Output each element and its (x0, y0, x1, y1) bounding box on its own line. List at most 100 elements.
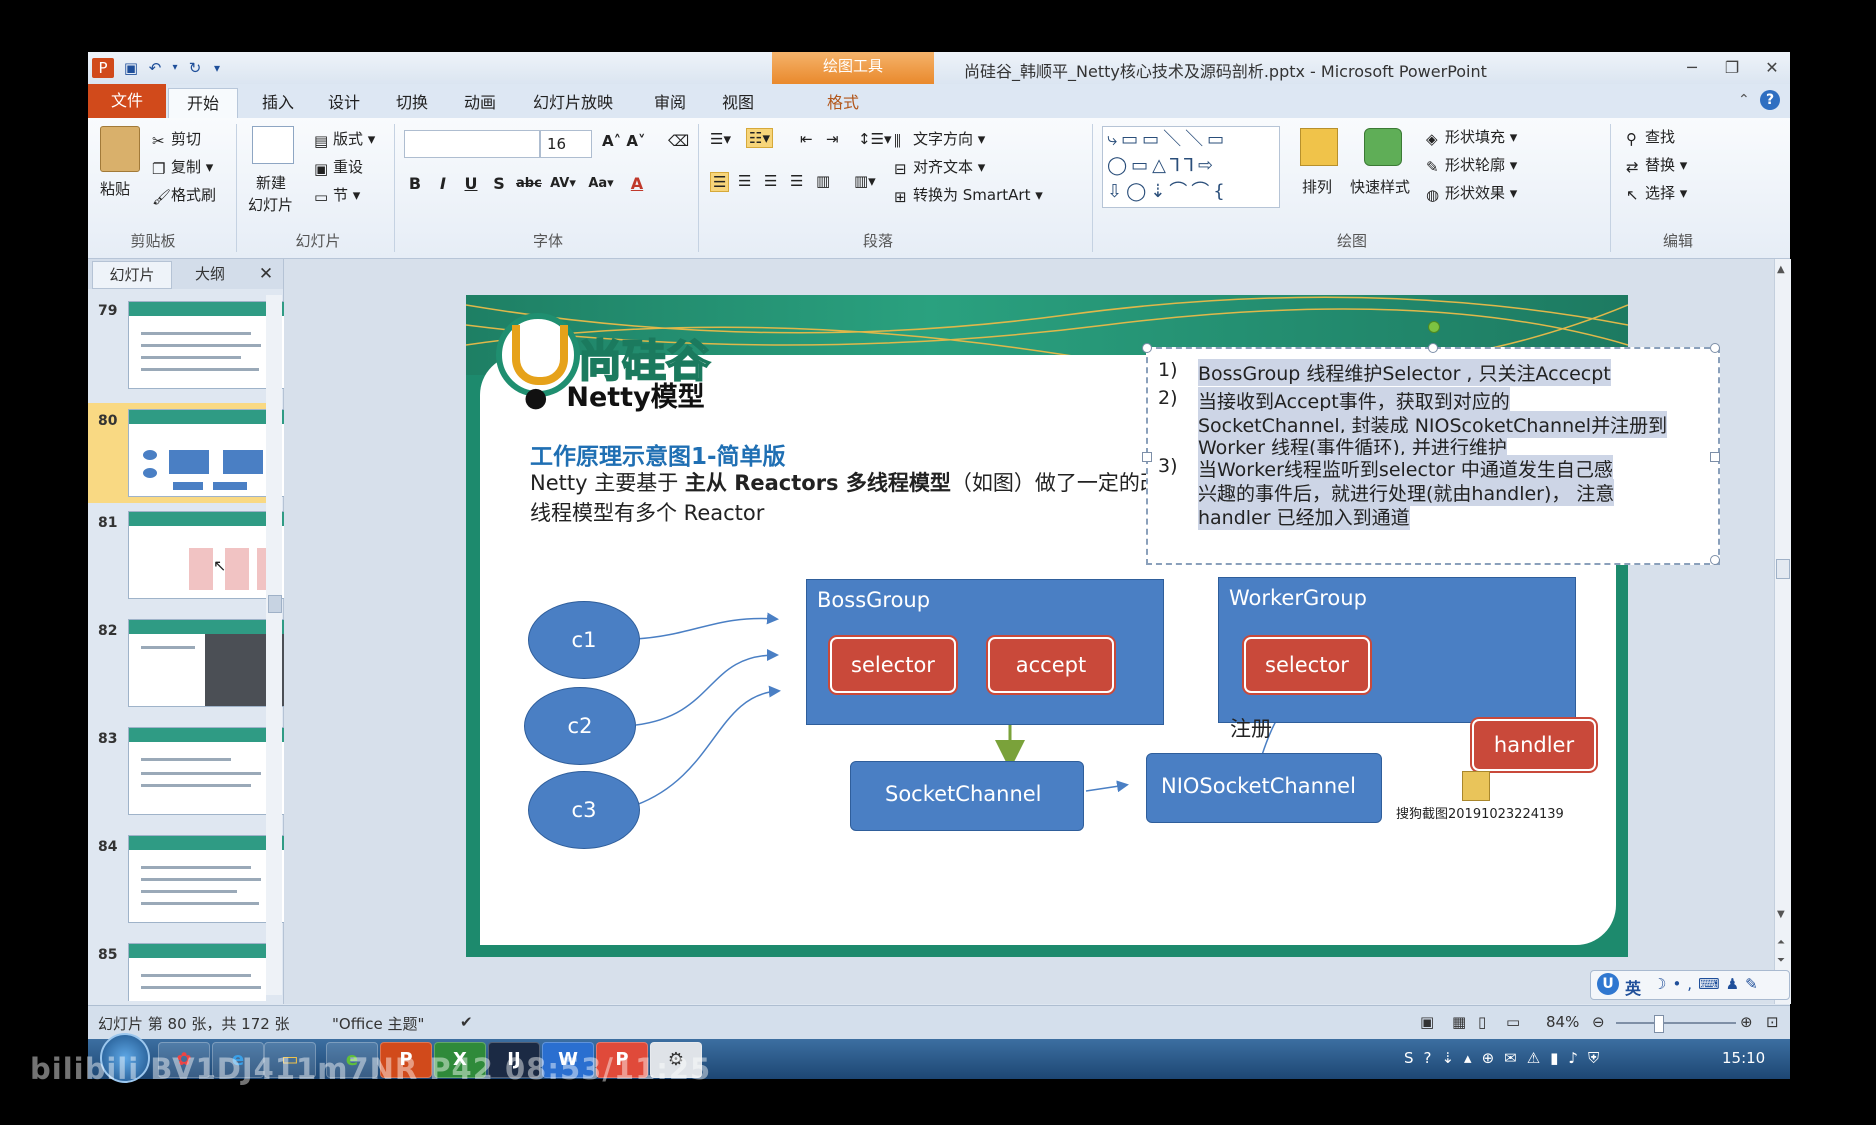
shadow-icon[interactable]: S (488, 172, 510, 196)
customize-toolbar-icon[interactable]: ▾ (206, 58, 228, 78)
arrange-icon[interactable] (1300, 128, 1338, 166)
shape-fill-button[interactable]: ◈ 形状填充 ▾ (1426, 126, 1517, 148)
select-button[interactable]: ↖ 选择 ▾ (1626, 182, 1687, 204)
sogou-ime-icon[interactable]: U (1597, 973, 1619, 995)
zoom-slider[interactable] (1616, 1022, 1736, 1024)
ime-tools-icons[interactable]: ☽•,⌨♟✎ (1653, 975, 1764, 993)
copy-button[interactable]: ❐ 复制 ▾ (152, 156, 213, 178)
help-icon[interactable]: ? (1760, 90, 1780, 110)
align-center-icon[interactable]: ☰ (738, 172, 751, 190)
normal-view-icon[interactable]: ▣ (1420, 1013, 1434, 1031)
tab-slides[interactable]: 幻灯片 (92, 261, 172, 289)
resize-handle[interactable] (1710, 555, 1720, 565)
font-name-combo[interactable] (404, 130, 540, 158)
align-right-icon[interactable]: ☰ (764, 172, 777, 190)
slide-thumbnail[interactable] (128, 409, 286, 497)
font-size-combo[interactable]: 16 (540, 130, 592, 158)
layout-button[interactable]: ▤ 版式 ▾ (314, 128, 375, 150)
tab-design[interactable]: 设计 (314, 88, 374, 118)
close-panel-icon[interactable]: ✕ (254, 261, 278, 287)
tab-animations[interactable]: 动画 (450, 88, 510, 118)
resize-handle[interactable] (1142, 452, 1152, 462)
tab-view[interactable]: 视图 (708, 88, 768, 118)
explanation-textbox[interactable]: 1) 2) 3) BossGroup 线程维护Selector , 只关注Acc… (1142, 321, 1720, 565)
folder-icon[interactable] (1462, 771, 1490, 801)
clear-format-icon[interactable]: ⌫ (668, 132, 689, 150)
powerpoint-app-icon[interactable]: P (92, 58, 114, 78)
slide-thumbnail[interactable]: ↖ (128, 511, 286, 599)
reading-view-icon[interactable]: ▯ (1478, 1013, 1486, 1031)
zoom-slider-thumb[interactable] (1654, 1015, 1664, 1033)
screenshot-filename[interactable]: 搜狗截图20191023224139 (1396, 803, 1564, 822)
line-spacing-icon[interactable]: ↕☰▾ (858, 130, 892, 148)
underline-icon[interactable]: U (460, 172, 482, 196)
shapes-gallery[interactable]: ⤷▭▭＼＼▭ ◯▭△⅂⅂⇨ ⇩◯⇣⌒⌒{ (1102, 126, 1280, 208)
scroll-thumb[interactable] (268, 595, 282, 613)
resize-handle[interactable] (1710, 343, 1720, 353)
rotate-handle[interactable] (1428, 321, 1440, 333)
thumbnail-item[interactable]: 84 (88, 829, 286, 929)
restore-icon[interactable]: ❐ (1712, 56, 1752, 80)
slide-vertical-scrollbar[interactable]: ▲ ▼ ⏶ ⏷ (1774, 259, 1791, 1004)
close-window-icon[interactable]: ✕ (1752, 56, 1792, 80)
columns-icon[interactable]: ▥▾ (854, 172, 876, 190)
clock[interactable]: 15:10 (1722, 1049, 1765, 1067)
find-button[interactable]: ⚲ 查找 (1626, 126, 1675, 148)
undo-icon[interactable]: ↶ (144, 58, 166, 78)
distribute-icon[interactable]: ▥ (816, 172, 830, 190)
worker-selector-box[interactable]: selector (1244, 637, 1370, 693)
cut-button[interactable]: ✂ 剪切 (152, 128, 201, 150)
slide-thumbnail[interactable] (128, 727, 286, 815)
tab-review[interactable]: 审阅 (640, 88, 700, 118)
font-color-icon[interactable]: A (626, 172, 648, 196)
section-button[interactable]: ▭ 节 ▾ (314, 184, 360, 206)
redo-icon[interactable]: ↻ (184, 58, 206, 78)
new-slide-icon[interactable] (252, 126, 294, 164)
quick-styles-button[interactable]: 快速样式 (1350, 176, 1410, 197)
scroll-up-icon[interactable]: ▲ (1777, 264, 1785, 275)
thumbnail-item-selected[interactable]: 80 (88, 403, 286, 503)
save-icon[interactable]: ▣ (120, 58, 142, 78)
slide-thumbnail[interactable] (128, 835, 286, 923)
format-painter-button[interactable]: 🖌格式刷 (152, 184, 216, 206)
zoom-out-icon[interactable]: ⊖ (1592, 1013, 1605, 1031)
thumbnail-item[interactable]: 83 (88, 721, 286, 821)
tab-insert[interactable]: 插入 (248, 88, 308, 118)
boss-accept-box[interactable]: accept (988, 637, 1114, 693)
smartart-button[interactable]: ⊞ 转换为 SmartArt ▾ (894, 184, 1043, 206)
collapse-ribbon-icon[interactable]: ⌃ (1738, 92, 1750, 108)
ime-toolbar[interactable]: U 英 ☽•,⌨♟✎ (1590, 970, 1790, 1000)
slide-thumbnail[interactable] (128, 943, 266, 1001)
slide-thumbnail[interactable] (128, 301, 286, 389)
tab-slideshow[interactable]: 幻灯片放映 (518, 88, 628, 118)
reset-button[interactable]: ▣ 重设 (314, 156, 363, 178)
char-spacing-icon[interactable]: AV▾ (548, 172, 578, 196)
decrease-indent-icon[interactable]: ⇤ (800, 130, 813, 148)
system-tray-icons[interactable]: S?⇣▴⊕✉⚠▮♪⛨ (1404, 1049, 1609, 1067)
spellcheck-icon[interactable]: ✔ (460, 1013, 473, 1031)
replace-button[interactable]: ⇄ 替换 ▾ (1626, 154, 1687, 176)
bullets-icon[interactable]: ☰▾ (710, 130, 731, 148)
thumbnail-item[interactable]: 82 (88, 613, 286, 713)
shape-outline-button[interactable]: ✎ 形状轮廓 ▾ (1426, 154, 1517, 176)
scroll-down-icon[interactable]: ▼ (1777, 909, 1785, 920)
arrange-button[interactable]: 排列 (1302, 176, 1332, 197)
tab-transitions[interactable]: 切换 (382, 88, 442, 118)
socket-channel-box[interactable]: SocketChannel (850, 761, 1084, 831)
client-c1[interactable]: c1 (528, 601, 640, 679)
quick-styles-icon[interactable] (1364, 128, 1402, 166)
change-case-icon[interactable]: Aa▾ (584, 172, 618, 196)
numbering-icon[interactable]: ☷▾ (746, 128, 773, 148)
undo-dropdown-icon[interactable]: ▾ (164, 58, 186, 78)
paste-icon[interactable] (100, 126, 140, 172)
boss-selector-box[interactable]: selector (830, 637, 956, 693)
resize-handle[interactable] (1710, 452, 1720, 462)
strikethrough-icon[interactable]: abc (516, 172, 542, 196)
resize-handle[interactable] (1142, 343, 1152, 353)
shape-effects-button[interactable]: ◍ 形状效果 ▾ (1426, 182, 1517, 204)
thumbnail-item[interactable]: 85 (88, 937, 266, 1001)
grow-font-icon[interactable]: A˄ A˅ (602, 132, 645, 150)
align-text-button[interactable]: ⊟ 对齐文本 ▾ (894, 156, 985, 178)
thumbnail-item[interactable]: 79 (88, 295, 286, 405)
slide-sorter-icon[interactable]: ▦ (1452, 1013, 1466, 1031)
